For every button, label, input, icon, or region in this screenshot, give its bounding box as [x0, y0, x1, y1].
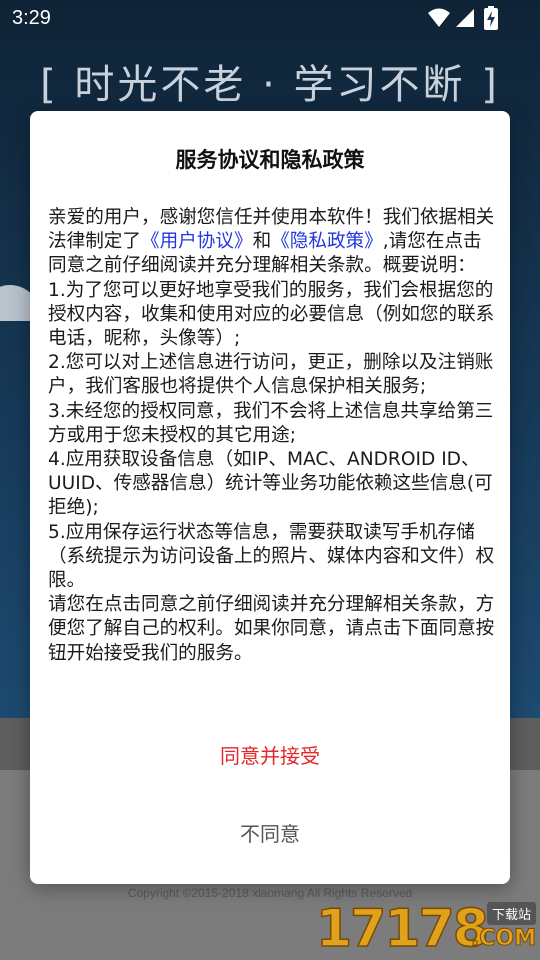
- watermark-suffix: .COM: [470, 926, 536, 952]
- dialog-body: 亲爱的用户，感谢您信任并使用本软件！我们依据相关法律制定了《用户协议》和《隐私政…: [48, 206, 496, 666]
- watermark-tag: 下载站: [486, 902, 536, 925]
- watermark-number: 17178: [315, 899, 489, 959]
- summary-item-1: 1.为了您可以更好地享受我们的服务，我们会根据您的授权内容，收集和使用对应的必要…: [48, 279, 495, 350]
- summary-item-4: 4.应用获取设备信息（如IP、MAC、ANDROID ID、UUID、传感器信息…: [48, 449, 493, 519]
- dialog-title: 服务协议和隐私政策: [175, 148, 365, 172]
- status-time: 3:29: [12, 7, 51, 29]
- summary-item-2: 2.您可以对上述信息进行访问，更正，删除以及注销账户，我们客服也将提供个人信息保…: [48, 352, 494, 398]
- privacy-policy-link[interactable]: 《隐私政策》: [271, 231, 383, 252]
- agree-button[interactable]: 同意并接受: [30, 731, 510, 781]
- wifi-icon: [428, 8, 450, 27]
- intro-paragraph: 亲爱的用户，感谢您信任并使用本软件！我们依据相关法律制定了《用户协议》和《隐私政…: [48, 206, 496, 279]
- user-agreement-link[interactable]: 《用户协议》: [141, 231, 253, 252]
- and-text: 和: [252, 231, 272, 253]
- battery-charging-icon: [484, 6, 498, 30]
- background-slogan: [ 时光不老 · 学习不断 ]: [40, 62, 500, 108]
- signal-icon: [456, 9, 474, 27]
- disagree-button[interactable]: 不同意: [30, 809, 510, 859]
- summary-item-5: 5.应用保存运行状态等信息，需要获取读写手机存储（系统提示为访问设备上的照片、媒…: [48, 521, 495, 592]
- status-bar: 3:29: [0, 0, 540, 36]
- watermark-logo: 17178 下载站 .COM: [315, 896, 538, 959]
- privacy-dialog: 服务协议和隐私政策 亲爱的用户，感谢您信任并使用本软件！我们依据相关法律制定了《…: [30, 111, 510, 884]
- closing-paragraph: 请您在点击同意之前仔细阅读并充分理解相关条款，方便您了解自己的权利。如果你同意，…: [48, 594, 495, 664]
- summary-item-3: 3.未经您的授权同意，我们不会将上述信息共享给第三方或用于您未授权的其它用途;: [48, 400, 494, 446]
